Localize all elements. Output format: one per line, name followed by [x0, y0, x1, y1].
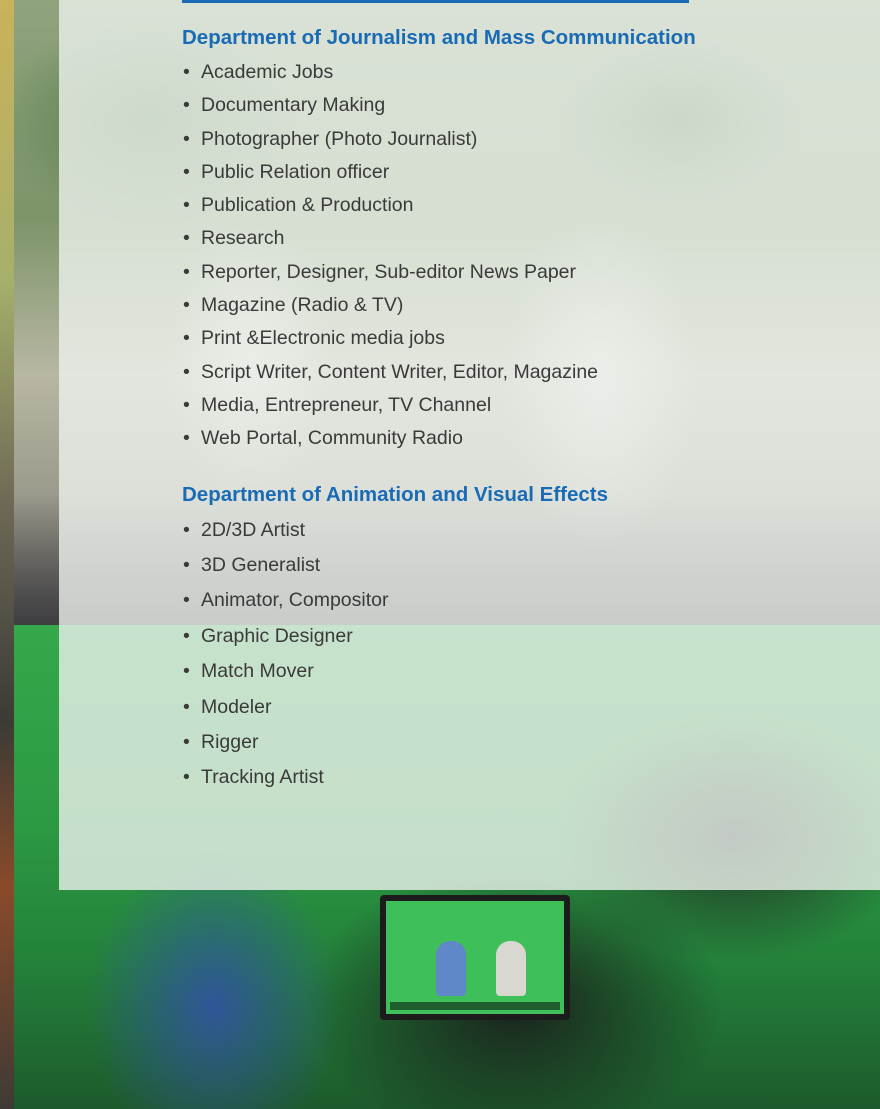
- list-item-label: Magazine (Radio & TV): [201, 294, 404, 317]
- left-edge-photo-strip: [0, 0, 14, 1109]
- bullet-icon: •: [183, 61, 190, 83]
- bullet-icon: •: [183, 518, 190, 541]
- bullet-icon: •: [183, 427, 190, 450]
- list-item: • Modeler: [182, 690, 822, 725]
- list-item: • Script Writer, Content Writer, Editor, …: [182, 356, 822, 389]
- list-item-label: Modeler: [201, 695, 272, 718]
- journalism-career-list: • Academic Jobs • Documentary Making • Phot…: [182, 56, 822, 456]
- list-item-label: Documentary Making: [201, 94, 386, 117]
- list-item: • Photographer (Photo Journalist): [182, 123, 822, 156]
- bullet-icon: •: [183, 553, 190, 576]
- camera-preview-person: [496, 941, 526, 996]
- bullet-icon: •: [183, 393, 190, 416]
- bullet-icon: •: [183, 766, 190, 789]
- bullet-icon: •: [183, 731, 190, 753]
- list-item: • Print &Electronic media jobs: [182, 322, 822, 355]
- list-item-label: 2D/3D Artist: [201, 518, 306, 541]
- bullet-icon: •: [183, 660, 190, 683]
- list-item-label: Academic Jobs: [201, 61, 334, 83]
- list-item: • Animator, Compositor: [182, 583, 822, 618]
- camera-preview-person: [436, 941, 466, 996]
- list-item: • Publication & Production: [182, 189, 822, 222]
- list-item: • Research: [182, 222, 822, 255]
- list-item: • Match Mover: [182, 654, 822, 689]
- bullet-icon: •: [183, 360, 190, 383]
- list-item-label: Web Portal, Community Radio: [201, 427, 463, 450]
- list-item-label: Public Relation officer: [201, 160, 390, 183]
- bullet-icon: •: [183, 589, 190, 612]
- list-item: • Documentary Making: [182, 89, 822, 122]
- list-item-label: Tracking Artist: [201, 766, 324, 789]
- animation-section: Department of Animation and Visual Effec…: [182, 481, 822, 796]
- list-item: • Tracking Artist: [182, 760, 822, 795]
- bullet-icon: •: [183, 624, 190, 647]
- list-item-label: 3D Generalist: [201, 553, 321, 576]
- list-item: • Graphic Designer: [182, 619, 822, 654]
- list-item: • Rigger: [182, 725, 822, 760]
- list-item: • Academic Jobs: [182, 56, 822, 89]
- bullet-icon: •: [183, 327, 190, 350]
- list-item: • Web Portal, Community Radio: [182, 422, 822, 455]
- list-item-label: Print &Electronic media jobs: [201, 327, 445, 350]
- list-item-label: Publication & Production: [201, 194, 414, 217]
- bullet-icon: •: [183, 94, 190, 117]
- bullet-icon: •: [183, 127, 190, 150]
- bullet-icon: •: [183, 160, 190, 183]
- list-item-label: Photographer (Photo Journalist): [201, 127, 478, 150]
- list-item: • 3D Generalist: [182, 548, 822, 583]
- list-item-label: Media, Entrepreneur, TV Channel: [201, 393, 492, 416]
- list-item-label: Graphic Designer: [201, 624, 353, 647]
- bullet-icon: •: [183, 194, 190, 217]
- list-item-label: Animator, Compositor: [201, 589, 389, 612]
- career-options-content: Department of Journalism and Mass Commun…: [182, 24, 822, 796]
- list-item: • 2D/3D Artist: [182, 513, 822, 548]
- animation-career-list: • 2D/3D Artist • 3D Generalist • Animator, …: [182, 513, 822, 796]
- list-item-label: Research: [201, 227, 285, 250]
- journalism-section: Department of Journalism and Mass Commun…: [182, 24, 822, 456]
- list-item: • Media, Entrepreneur, TV Channel: [182, 389, 822, 422]
- bullet-icon: •: [183, 294, 190, 317]
- bullet-icon: •: [183, 695, 190, 718]
- camera-preview-status-bar: [390, 1002, 560, 1010]
- list-item: • Public Relation officer: [182, 156, 822, 189]
- list-item-label: Match Mover: [201, 660, 314, 683]
- journalism-department-heading: Department of Journalism and Mass Commun…: [182, 26, 696, 49]
- bullet-icon: •: [183, 260, 190, 283]
- camera-preview-screen: [380, 895, 570, 1020]
- list-item: • Magazine (Radio & TV): [182, 289, 822, 322]
- bullet-icon: •: [183, 227, 190, 250]
- top-divider-rule: [182, 0, 689, 3]
- list-item: • Reporter, Designer, Sub-editor News Pap…: [182, 256, 822, 289]
- list-item-label: Script Writer, Content Writer, Editor, M…: [201, 360, 599, 383]
- list-item-label: Rigger: [201, 731, 259, 753]
- animation-department-heading: Department of Animation and Visual Effec…: [182, 482, 609, 506]
- list-item-label: Reporter, Designer, Sub-editor News Pape…: [201, 260, 577, 283]
